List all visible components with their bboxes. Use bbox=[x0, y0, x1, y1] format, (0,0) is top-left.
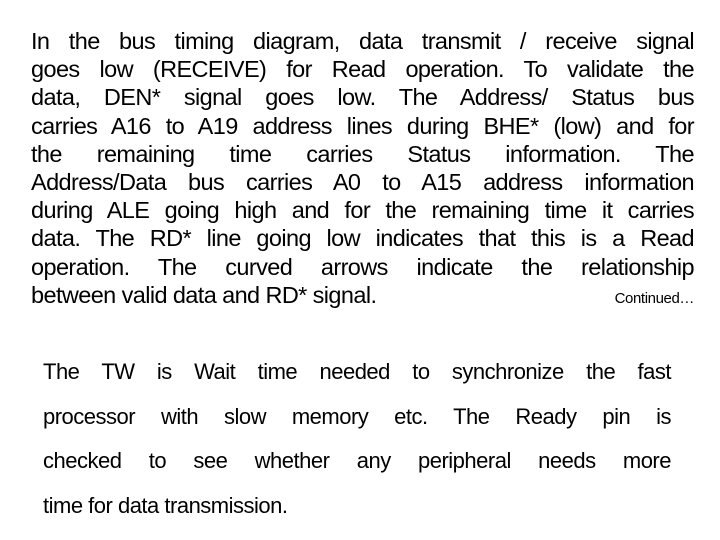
paragraph-line: data. The RD* line going low indicates t… bbox=[31, 225, 695, 252]
paragraph-line: the remaining time carries Status inform… bbox=[31, 140, 695, 167]
paragraph-line: time for data transmission. bbox=[43, 492, 288, 518]
paragraph-line: operation. The curved arrows indicate th… bbox=[31, 253, 695, 280]
paragraph-line: checked to see whether any peripheral ne… bbox=[43, 448, 672, 473]
paragraph-line: The TW is Wait time needed to synchroniz… bbox=[43, 359, 672, 384]
paragraph-line-text: between valid data and RD* signal. bbox=[31, 281, 377, 308]
paragraph-line: In the bus timing diagram, data transmit… bbox=[31, 28, 695, 54]
paragraph-last-line: between valid data and RD* signal. Conti… bbox=[31, 281, 694, 309]
wait-time-paragraph: The TW is Wait time needed to synchroniz… bbox=[43, 356, 672, 534]
paragraph-line: data, DEN* signal goes low. The Address/… bbox=[31, 84, 695, 111]
paragraph-line: during ALE going high and for the remain… bbox=[31, 197, 695, 224]
paragraph-line: carries A16 to A19 address lines during … bbox=[31, 112, 695, 139]
paragraph-line: processor with slow memory etc. The Read… bbox=[43, 403, 672, 429]
continued-label: Continued… bbox=[614, 289, 695, 307]
bus-timing-paragraph: In the bus timing diagram, data transmit… bbox=[31, 27, 695, 309]
paragraph-line: Address/Data bus carries A0 to A15 addre… bbox=[31, 168, 695, 195]
paragraph-line: goes low (RECEIVE) for Read operation. T… bbox=[31, 56, 695, 83]
